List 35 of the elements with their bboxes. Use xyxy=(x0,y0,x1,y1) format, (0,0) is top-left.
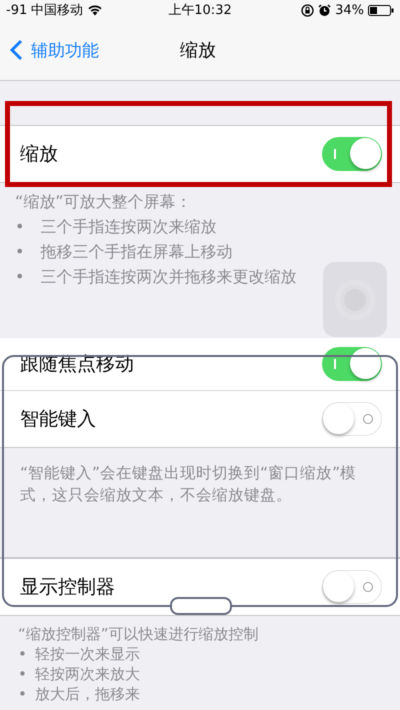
wifi-icon xyxy=(87,4,104,16)
back-button[interactable]: 辅助功能 xyxy=(0,38,99,62)
bullet-mark: • xyxy=(15,216,24,238)
toggle-switch[interactable] xyxy=(322,570,382,604)
setting-label: 显示控制器 xyxy=(20,575,115,600)
zoom-window-handle[interactable] xyxy=(170,597,232,615)
bullet-mark: • xyxy=(18,684,27,704)
bullet-mark: • xyxy=(18,644,27,664)
bullet-mark: • xyxy=(15,266,24,288)
footer-text: “缩放控制器”可以快速进行缩放控制 xyxy=(18,624,260,644)
rotation-lock-icon xyxy=(301,4,314,16)
battery-percentage: 34% xyxy=(335,2,364,18)
page-title: 缩放 xyxy=(180,39,216,62)
bullet-text: 三个手指连按两次并拖移来更改缩放 xyxy=(40,266,296,288)
toggle-switch[interactable] xyxy=(322,347,382,381)
setting-label: 缩放 xyxy=(20,142,58,167)
clock-time: 上午10:32 xyxy=(168,2,232,19)
battery-icon xyxy=(368,4,394,16)
bullet-text: 拖移三个手指在屏幕上移动 xyxy=(40,241,232,263)
alarm-icon xyxy=(318,4,332,16)
toggle-switch[interactable] xyxy=(322,402,382,436)
toggle-switch[interactable] xyxy=(322,137,382,171)
bullet-mark: • xyxy=(15,241,24,263)
carrier-name: 中国移动 xyxy=(31,2,84,19)
setting-label: 智能键入 xyxy=(20,407,96,432)
footer-text: “智能键入”会在键盘出现时切换到“窗口缩放”模式，这只会缩放文本，不会缩放键盘。 xyxy=(20,463,358,506)
bullet-mark: • xyxy=(18,664,27,684)
bullet-text: 轻按两次来放大 xyxy=(34,664,140,684)
zoom-window-frame[interactable] xyxy=(2,355,398,607)
bullet-text: 放大后，拖移来 xyxy=(34,684,140,704)
bullet-text: 轻按一次来显示 xyxy=(34,644,140,664)
signal-strength: -91 xyxy=(6,2,28,18)
bullet-text: 三个手指连按两次来缩放 xyxy=(40,216,216,238)
chevron-left-icon xyxy=(10,39,23,61)
footer-text: “缩放”可放大整个屏幕： xyxy=(15,191,193,213)
